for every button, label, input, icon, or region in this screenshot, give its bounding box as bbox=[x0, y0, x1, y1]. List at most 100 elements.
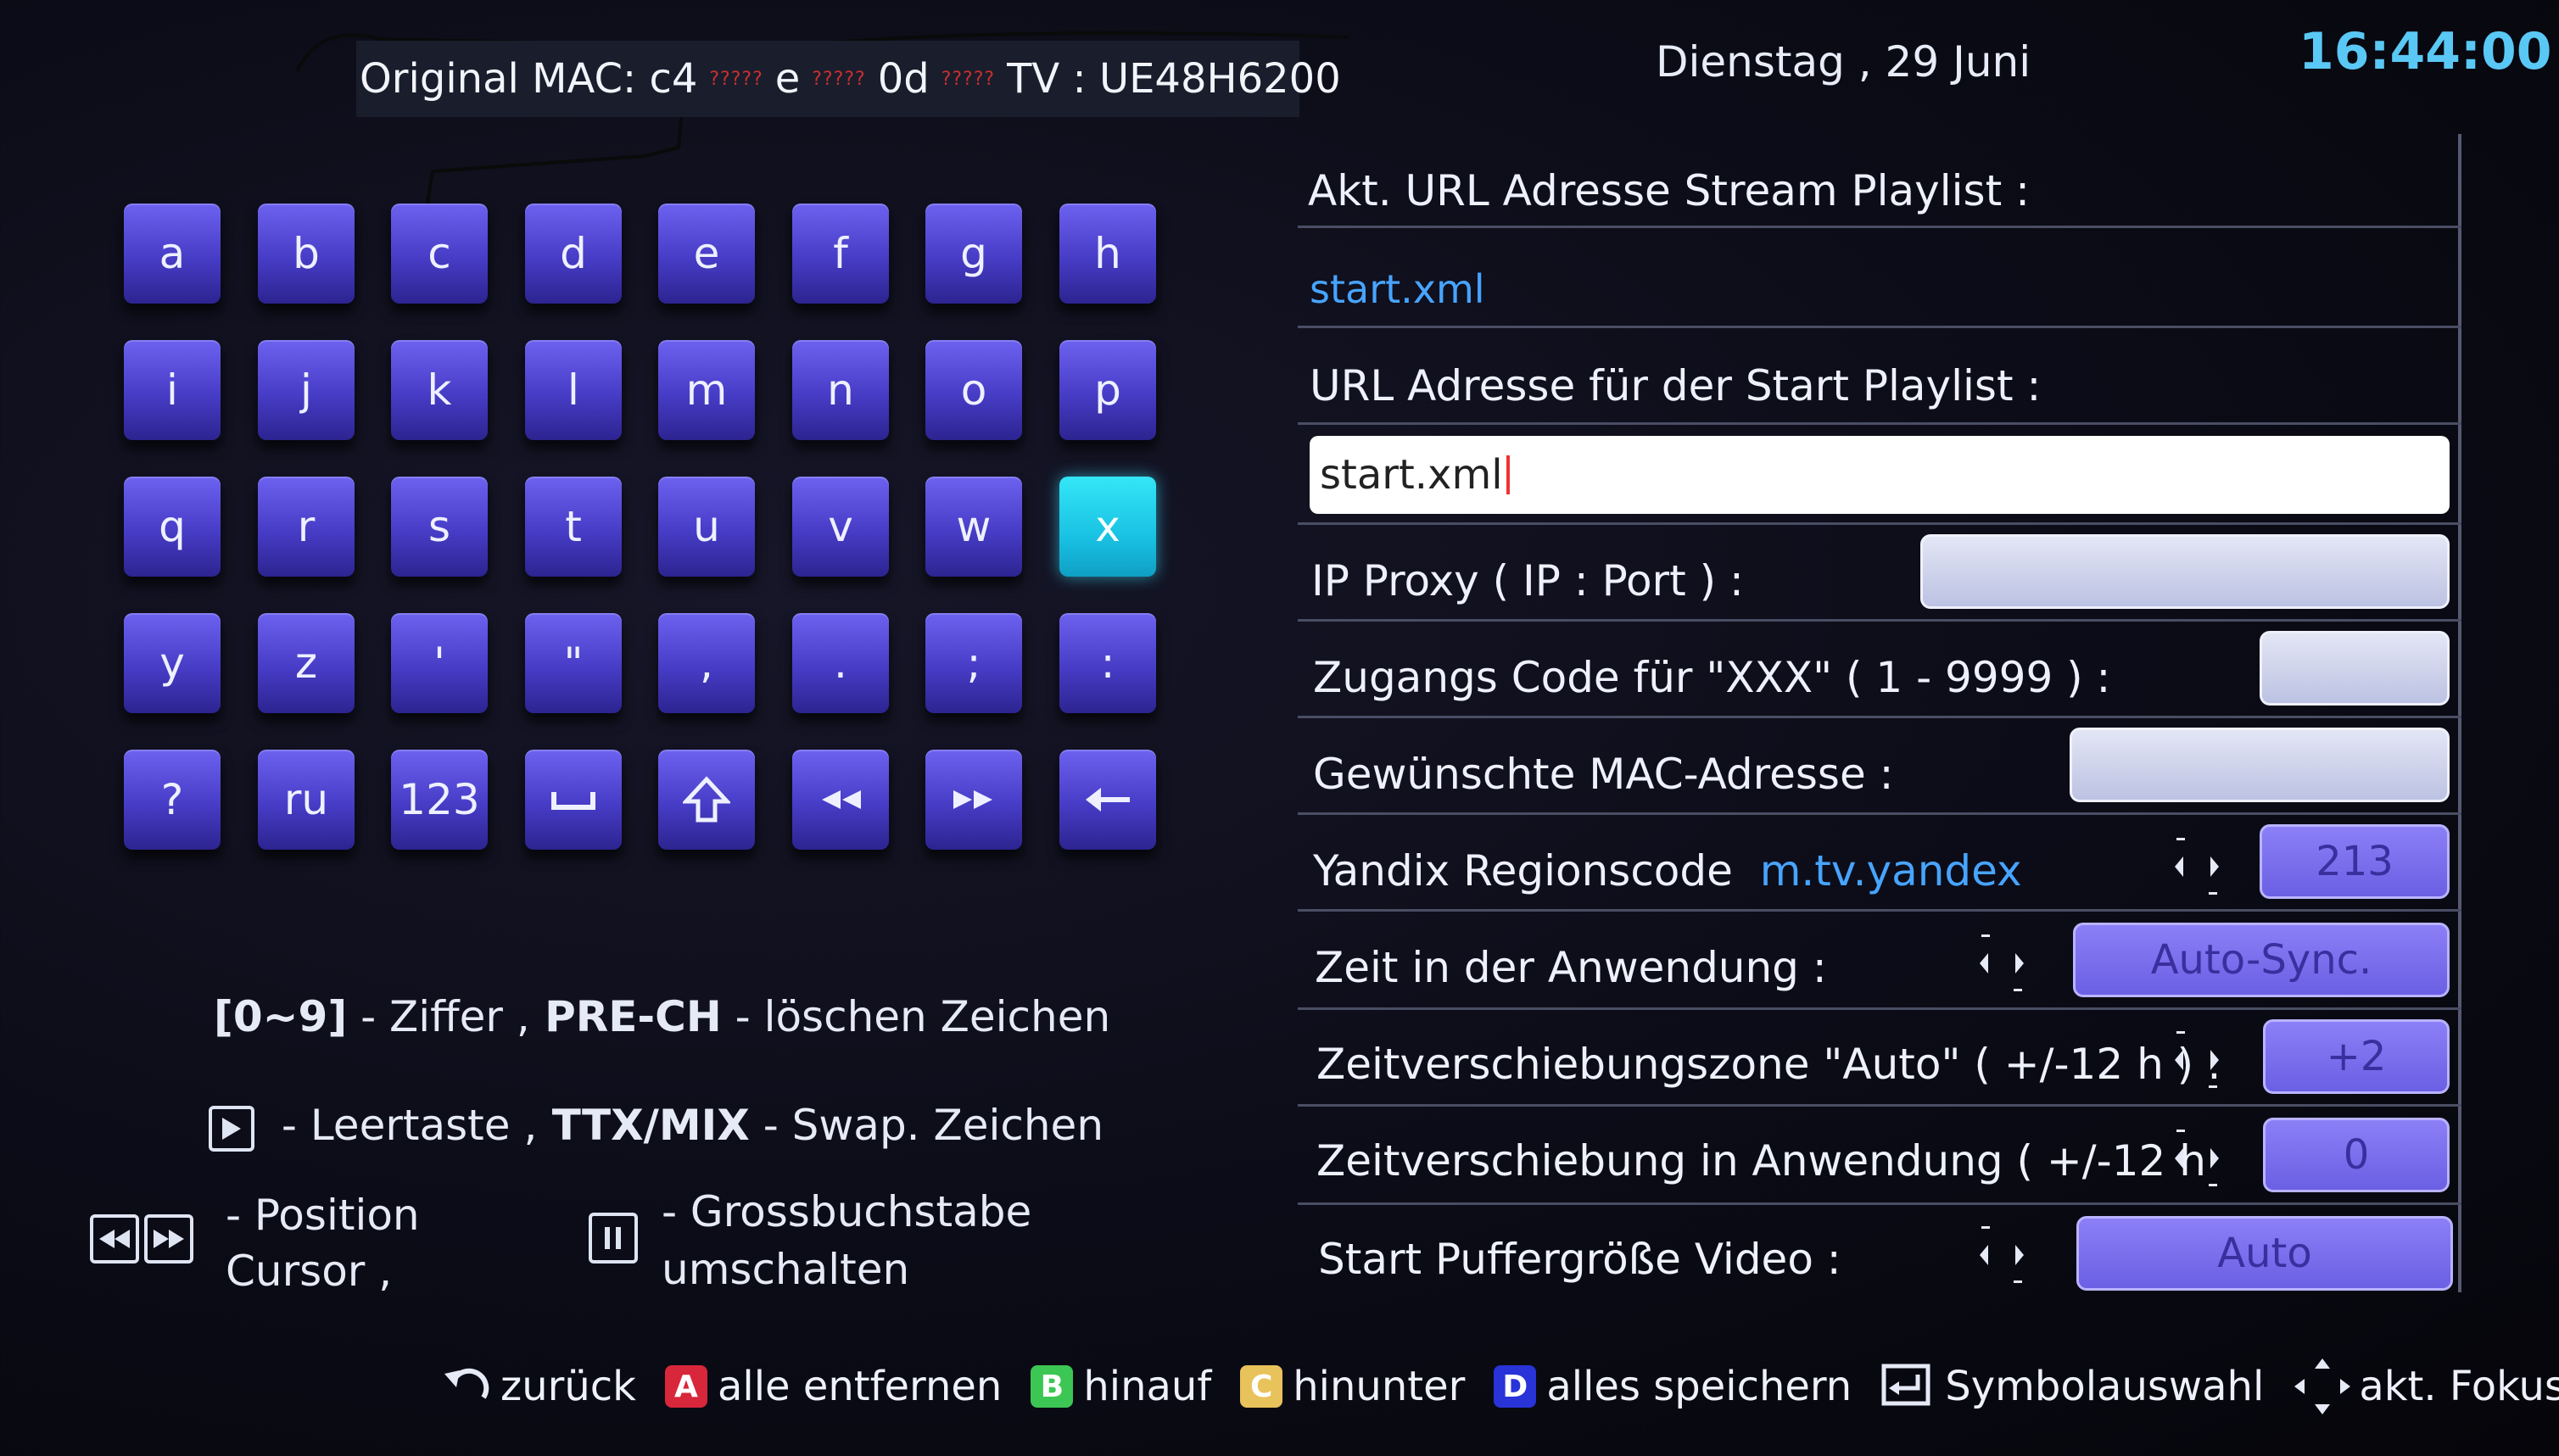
enter-icon bbox=[1881, 1364, 1930, 1406]
help-line-4a: - Grossbuchstabe bbox=[662, 1187, 1032, 1236]
proxy-input[interactable] bbox=[1920, 534, 2450, 609]
fast-forward-icon bbox=[144, 1214, 193, 1264]
focus-hint[interactable]: akt. Fokus bbox=[2293, 1357, 2559, 1416]
mac-blurred-3: ????? bbox=[941, 68, 996, 90]
clock: 16:44:00 bbox=[2299, 22, 2552, 81]
divider bbox=[1298, 1104, 2461, 1107]
back-arrow-icon bbox=[444, 1368, 489, 1399]
access-code-label: Zugangs Code für "XXX" ( 1 - 9999 ) : bbox=[1313, 653, 2111, 702]
red-a-key-icon: A bbox=[664, 1365, 707, 1408]
key[interactable]: e bbox=[658, 204, 755, 304]
mac-address-input[interactable] bbox=[2070, 728, 2450, 802]
help-line-4b: umschalten bbox=[662, 1245, 910, 1294]
divider bbox=[1298, 1202, 2461, 1205]
left-right-arrows-icon[interactable] bbox=[2171, 1026, 2222, 1094]
key[interactable]: h bbox=[1059, 204, 1156, 304]
key[interactable]: p bbox=[1059, 340, 1156, 440]
key-shift[interactable] bbox=[658, 750, 755, 850]
key[interactable]: ' bbox=[391, 613, 488, 713]
key[interactable]: r bbox=[258, 477, 355, 577]
key[interactable]: ru bbox=[258, 750, 355, 850]
left-right-arrows-icon[interactable] bbox=[1976, 1221, 2027, 1289]
timezone-field[interactable]: +2 bbox=[2263, 1019, 2450, 1094]
key[interactable]: x bbox=[1059, 477, 1156, 577]
yellow-c-key-icon: C bbox=[1240, 1365, 1283, 1408]
key[interactable]: j bbox=[258, 340, 355, 440]
panel-divider bbox=[2458, 134, 2461, 1292]
key[interactable]: c bbox=[391, 204, 488, 304]
key[interactable]: o bbox=[925, 340, 1022, 440]
key[interactable]: k bbox=[391, 340, 488, 440]
red-a-hint[interactable]: Aalle entfernen bbox=[664, 1363, 1002, 1410]
key[interactable]: z bbox=[258, 613, 355, 713]
key-fast-forward[interactable] bbox=[925, 750, 1022, 850]
key[interactable]: b bbox=[258, 204, 355, 304]
key-rewind[interactable] bbox=[792, 750, 889, 850]
symbol-select-hint[interactable]: Symbolauswahl bbox=[1880, 1363, 2264, 1410]
access-code-input[interactable] bbox=[2260, 631, 2450, 706]
buffer-size-field[interactable]: Auto bbox=[2076, 1216, 2453, 1291]
rewind-ff-icons bbox=[90, 1214, 193, 1264]
divider bbox=[1298, 716, 2461, 718]
key[interactable]: ? bbox=[124, 750, 221, 850]
timezone-label: Zeitverschiebungszone "Auto" ( +/-12 h )… bbox=[1316, 1040, 2221, 1089]
divider bbox=[1298, 812, 2461, 815]
mac-address-label: Gewünschte MAC-Adresse : bbox=[1313, 750, 1894, 799]
rewind-icon bbox=[817, 787, 864, 812]
app-time-field[interactable]: Auto-Sync. bbox=[2073, 923, 2450, 997]
blue-d-key-icon: D bbox=[1494, 1365, 1537, 1408]
key[interactable]: q bbox=[124, 477, 221, 577]
shift-icon bbox=[683, 776, 730, 823]
key[interactable]: n bbox=[792, 340, 889, 440]
key[interactable]: 123 bbox=[391, 750, 488, 850]
divider bbox=[1298, 619, 2461, 622]
back-hint[interactable]: zurück bbox=[441, 1363, 636, 1410]
left-right-arrows-icon[interactable] bbox=[2171, 833, 2222, 901]
buffer-size-label: Start Puffergröße Video : bbox=[1318, 1235, 1841, 1284]
green-b-key-icon: B bbox=[1031, 1365, 1074, 1408]
time-shift-label: Zeitverschiebung in Anwendung ( +/-12 h bbox=[1316, 1136, 2206, 1185]
stream-url-value: start.xml bbox=[1310, 266, 1485, 312]
key[interactable]: m bbox=[658, 340, 755, 440]
start-url-input[interactable]: start.xml bbox=[1310, 436, 2450, 514]
blue-d-hint[interactable]: Dalles speichern bbox=[1494, 1363, 1852, 1410]
key[interactable]: l bbox=[525, 340, 622, 440]
key[interactable]: w bbox=[925, 477, 1022, 577]
key[interactable]: f bbox=[792, 204, 889, 304]
divider bbox=[1298, 909, 2461, 912]
key-space[interactable] bbox=[525, 750, 622, 850]
key[interactable]: u bbox=[658, 477, 755, 577]
divider bbox=[1298, 522, 2461, 525]
key[interactable]: t bbox=[525, 477, 622, 577]
yandex-region-field[interactable]: 213 bbox=[2260, 824, 2450, 899]
left-right-arrows-icon[interactable] bbox=[2171, 1124, 2222, 1192]
text-cursor bbox=[1506, 455, 1510, 494]
key[interactable]: . bbox=[792, 613, 889, 713]
help-line-2: - Leertaste , TTX/MIX - Swap. Zeichen bbox=[209, 1101, 1103, 1152]
key[interactable]: : bbox=[1059, 613, 1156, 713]
divider bbox=[1298, 326, 2461, 328]
backspace-icon bbox=[1082, 783, 1133, 817]
time-shift-field[interactable]: 0 bbox=[2263, 1118, 2450, 1192]
key[interactable]: g bbox=[925, 204, 1022, 304]
key[interactable]: " bbox=[525, 613, 622, 713]
mac-blurred-1: ????? bbox=[709, 68, 763, 90]
green-b-hint[interactable]: Bhinauf bbox=[1031, 1363, 1211, 1410]
key[interactable]: , bbox=[658, 613, 755, 713]
mac-part-3: 0d bbox=[877, 55, 930, 103]
yellow-c-hint[interactable]: Chinunter bbox=[1240, 1363, 1465, 1410]
key[interactable]: y bbox=[124, 613, 221, 713]
key-backspace[interactable] bbox=[1059, 750, 1156, 850]
yandex-link[interactable]: m.tv.yandex bbox=[1760, 846, 2022, 895]
pause-icon bbox=[589, 1213, 638, 1264]
key[interactable]: ; bbox=[925, 613, 1022, 713]
mac-part-2: e bbox=[774, 55, 801, 103]
key[interactable]: s bbox=[391, 477, 488, 577]
proxy-label: IP Proxy ( IP : Port ) : bbox=[1311, 556, 1744, 605]
key[interactable]: a bbox=[124, 204, 221, 304]
key[interactable]: v bbox=[792, 477, 889, 577]
left-right-arrows-icon[interactable] bbox=[1976, 929, 2027, 997]
start-url-input-value: start.xml bbox=[1320, 451, 1503, 499]
key[interactable]: d bbox=[525, 204, 622, 304]
key[interactable]: i bbox=[124, 340, 221, 440]
